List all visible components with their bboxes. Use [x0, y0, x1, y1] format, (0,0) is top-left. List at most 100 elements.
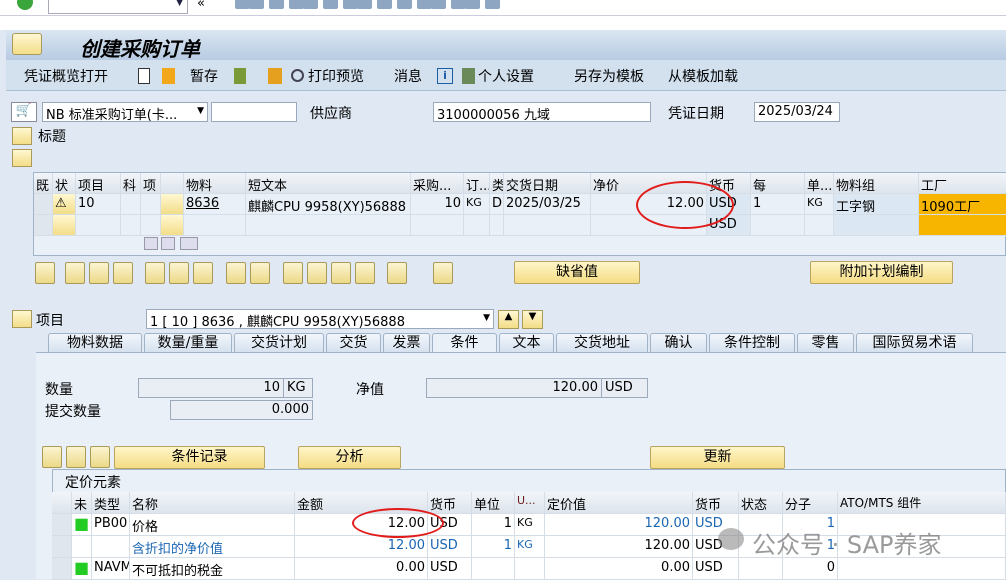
pricing-cell[interactable]: 120.00 [545, 514, 693, 536]
column-header[interactable]: 短文本 [246, 173, 411, 194]
add-condition-icon[interactable] [66, 446, 86, 468]
trash-icon[interactable] [145, 262, 165, 284]
pricing-column-header[interactable]: 单位 [472, 492, 515, 514]
grid-cell[interactable]: KG [464, 194, 490, 215]
pricing-cell[interactable]: PB00 [92, 514, 130, 536]
row-selector[interactable] [52, 514, 72, 536]
grid-cell[interactable]: D [490, 194, 504, 215]
column-header[interactable]: 每 [751, 173, 805, 194]
menu-icon[interactable] [12, 33, 42, 55]
pricing-column-header[interactable]: 定价值 [545, 492, 693, 514]
layout-icon[interactable] [250, 262, 270, 284]
column-header[interactable]: 项目 [76, 173, 121, 194]
print-icon[interactable] [433, 262, 453, 284]
last-page-icon[interactable] [417, 0, 432, 9]
grid-cell[interactable] [121, 215, 141, 236]
grid-cell[interactable]: ⚠ [53, 194, 76, 215]
grid-cell[interactable] [504, 215, 591, 236]
back-icon[interactable] [249, 0, 264, 9]
tab-3[interactable]: 交货 [326, 333, 381, 353]
toolbar-save-as-template[interactable]: 另存为模板 [574, 66, 644, 86]
insert-icon[interactable] [65, 262, 85, 284]
grid-cell[interactable]: 10 [76, 194, 121, 215]
pricing-column-header[interactable]: ATO/MTS 组件 [838, 492, 1006, 514]
pricing-cell[interactable]: USD [693, 558, 739, 580]
column-header[interactable]: 状 [53, 173, 76, 194]
check-icon[interactable] [17, 0, 33, 10]
grid-cell[interactable]: 1090工厂 [919, 194, 1006, 215]
pricing-column-header[interactable]: 分子 [783, 492, 838, 514]
grid-cell[interactable] [411, 215, 464, 236]
sum-icon[interactable] [355, 262, 375, 284]
toolbar-messages[interactable]: 消息 [394, 66, 422, 86]
row-selector[interactable] [52, 536, 72, 558]
grid-cell[interactable]: 工字钢 [834, 194, 919, 215]
grid-cell[interactable]: 麒麟CPU 9958(XY)56888 [246, 194, 411, 215]
column-header[interactable]: 类 [490, 173, 504, 194]
grid-cell[interactable] [34, 215, 53, 236]
grid-cell[interactable] [184, 215, 246, 236]
save-icon[interactable] [235, 0, 250, 9]
pricing-cell[interactable]: NAVM [92, 558, 130, 580]
column-header[interactable]: 物料组 [834, 173, 919, 194]
pricing-cell[interactable]: KG [515, 514, 545, 536]
pricing-cell[interactable]: 0 [783, 558, 838, 580]
toolbar-print-preview[interactable]: 打印预览 [308, 66, 364, 86]
sort-asc-icon[interactable] [283, 262, 303, 284]
collapse-item-icon[interactable] [12, 310, 32, 328]
help-icon[interactable] [465, 0, 480, 9]
grid-cell[interactable] [161, 194, 184, 215]
condition-records-button[interactable]: 条件记录 [114, 446, 265, 469]
shortcut-icon[interactable] [451, 0, 466, 9]
grid-cell[interactable] [141, 194, 161, 215]
tab-8[interactable]: 确认 [650, 333, 707, 353]
grid-cell[interactable] [834, 215, 919, 236]
item-select[interactable]: 1 [ 10 ] 8636 , 麒麟CPU 9958(XY)56888 ▼ [146, 309, 494, 329]
pricing-cell[interactable]: 0.00 [295, 558, 428, 580]
column-header[interactable]: 科 [121, 173, 141, 194]
column-header[interactable]: 单... [805, 173, 834, 194]
print-preview-icon[interactable] [291, 69, 304, 82]
cancel-icon[interactable] [289, 0, 304, 9]
doc-date-input[interactable]: 2025/03/24 [754, 102, 840, 122]
pricing-cell[interactable]: 0.00 [545, 558, 693, 580]
grid-cell[interactable] [76, 215, 121, 236]
column-header[interactable]: 采购... [411, 173, 464, 194]
attach-icon[interactable] [387, 262, 407, 284]
exit-icon[interactable] [269, 0, 284, 9]
add-row-icon[interactable] [89, 262, 109, 284]
find-icon[interactable] [323, 0, 338, 9]
grid-cell[interactable] [490, 215, 504, 236]
cart-icon[interactable]: 🛒 [11, 102, 37, 122]
tab-6[interactable]: 文本 [499, 333, 554, 353]
grid-cell[interactable]: 10 [411, 194, 464, 215]
pricing-column-header[interactable]: 未 [72, 492, 92, 514]
tab-7[interactable]: 交货地址 [556, 333, 648, 353]
prev-page-icon[interactable] [377, 0, 392, 9]
additional-planning-button[interactable]: 附加计划编制 [810, 261, 953, 284]
toolbar-personal-settings[interactable]: 个人设置 [478, 66, 534, 86]
pricing-column-header[interactable]: 名称 [130, 492, 295, 514]
grid-cell[interactable] [805, 215, 834, 236]
prev-item-button[interactable]: ▲ [498, 310, 519, 329]
filter-icon[interactable] [331, 262, 351, 284]
analysis-button[interactable]: 分析 [298, 446, 401, 469]
delete-row-icon[interactable] [113, 262, 133, 284]
column-header[interactable]: 工厂 [919, 173, 1006, 194]
grid-cell[interactable] [53, 215, 76, 236]
toolbar-hold[interactable]: 暂存 [190, 66, 218, 86]
cond-detail-icon[interactable] [42, 446, 62, 468]
pricing-cell[interactable]: 120.00 [545, 536, 693, 558]
doc-type-select[interactable]: NB 标准采购订单(卡... ▼ [42, 102, 208, 122]
expand-header-icon[interactable] [12, 127, 32, 145]
personal-settings-icon[interactable] [462, 68, 475, 84]
pricing-cell[interactable] [472, 558, 515, 580]
grid-cell[interactable]: KG [805, 194, 834, 215]
tab-5[interactable]: 条件 [432, 333, 497, 354]
column-header[interactable]: 交货日期 [504, 173, 591, 194]
tab-2[interactable]: 交货计划 [234, 333, 324, 353]
customize-icon[interactable] [485, 0, 500, 9]
tab-9[interactable]: 条件控制 [709, 333, 795, 353]
tab-1[interactable]: 数量/重量 [144, 333, 232, 353]
pricing-cell[interactable] [739, 558, 783, 580]
